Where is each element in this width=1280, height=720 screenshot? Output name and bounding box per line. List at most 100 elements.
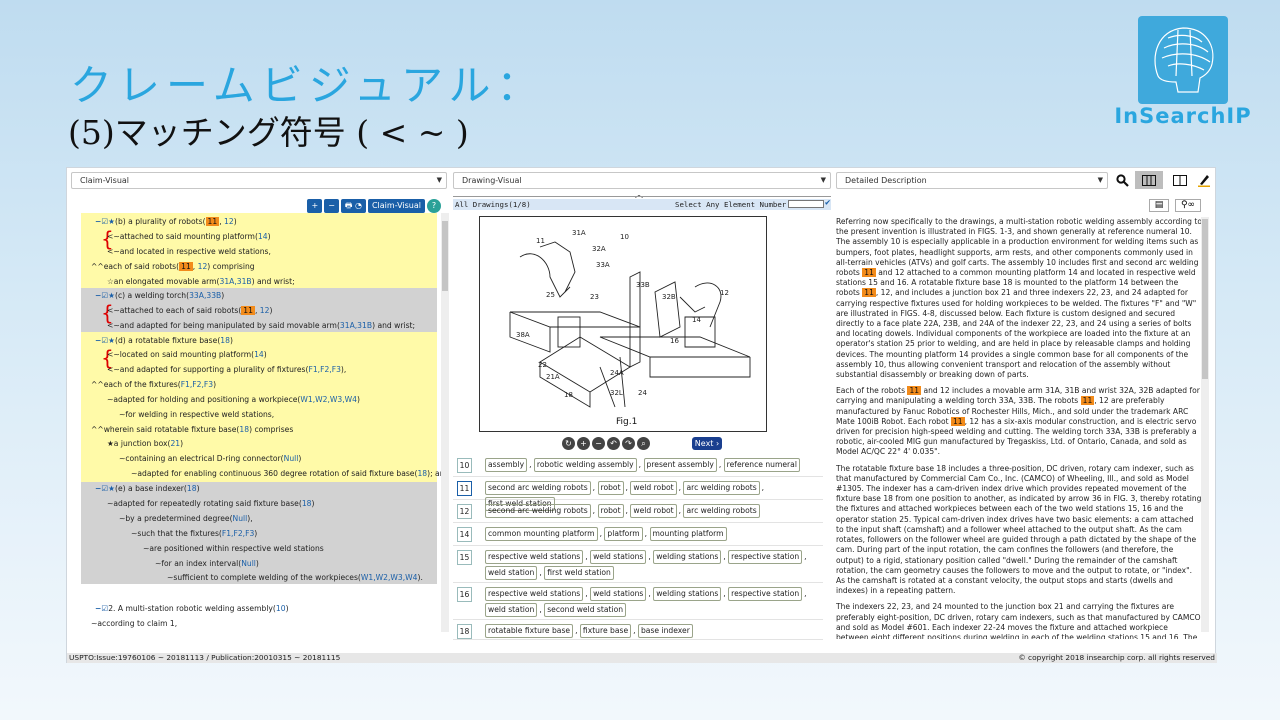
- claim-line[interactable]: ^^each of said robots(11, 12) comprising: [91, 262, 255, 271]
- claim-line[interactable]: −☑★(e) a base indexer(18): [95, 484, 200, 493]
- term-chip[interactable]: mounting platform: [649, 527, 727, 541]
- reference-numeral[interactable]: 33A,33B: [189, 291, 221, 300]
- term-chip[interactable]: base indexer: [637, 624, 693, 638]
- claim-scrollbar[interactable]: [441, 213, 449, 632]
- reference-numeral[interactable]: Null: [233, 514, 248, 523]
- term-chip[interactable]: robot: [597, 504, 624, 518]
- next-button[interactable]: Next ›: [692, 437, 722, 450]
- term-chip[interactable]: second arc welding robots: [485, 481, 591, 495]
- highlighter-icon[interactable]: [1193, 171, 1215, 189]
- term-chip[interactable]: weld robot: [630, 504, 677, 518]
- reference-numeral[interactable]: 31A,31B: [340, 321, 372, 330]
- claim-line[interactable]: ~according to claim 1,: [91, 619, 177, 628]
- zoom-out-icon[interactable]: −: [592, 437, 605, 450]
- claim-line[interactable]: −☑★(c) a welding torch(33A,33B): [95, 291, 224, 300]
- reference-numeral[interactable]: Null: [284, 454, 299, 463]
- term-chip[interactable]: weld stations: [590, 587, 647, 601]
- reference-numeral[interactable]: W1,W2,W3,W4: [300, 395, 357, 404]
- term-chip[interactable]: second arc welding robots: [485, 504, 591, 518]
- element-row[interactable]: 11 second arc welding robots, robot, weld…: [453, 477, 823, 511]
- edit-star-icon[interactable]: ☑★: [101, 484, 115, 493]
- reference-numeral[interactable]: 18: [239, 425, 249, 434]
- reference-numeral[interactable]: 12: [198, 262, 208, 271]
- claim-line[interactable]: ~adapted for holding and positioning a w…: [107, 395, 360, 404]
- term-chip[interactable]: first weld station: [544, 566, 614, 580]
- claim-line[interactable]: <~and adapted for supporting a plurality…: [107, 365, 346, 374]
- element-row[interactable]: 14 common mounting platform, platform, mo…: [453, 523, 823, 546]
- reference-numeral[interactable]: 18: [187, 484, 197, 493]
- claim-line[interactable]: −☑★(b) a plurality of robots(11, 12): [95, 217, 237, 226]
- rotate-right-icon[interactable]: ↷: [622, 437, 635, 450]
- refresh-icon[interactable]: ↻: [562, 437, 575, 450]
- term-chip[interactable]: platform: [604, 527, 643, 541]
- term-chip[interactable]: weld stations: [590, 550, 647, 564]
- term-chip[interactable]: respective station: [728, 587, 803, 601]
- term-chip[interactable]: welding stations: [653, 587, 722, 601]
- term-chip[interactable]: present assembly: [643, 458, 717, 472]
- claim-line[interactable]: <~and located in respective weld station…: [107, 247, 271, 256]
- highlighted-ref[interactable]: 11: [1080, 396, 1095, 406]
- element-row[interactable]: 16 respective weld stations, weld station…: [453, 583, 823, 620]
- element-row[interactable]: 10 assembly, robotic welding assembly, pr…: [453, 454, 823, 477]
- element-number[interactable]: 18: [457, 624, 472, 639]
- reference-numeral[interactable]: F1,F2,F3: [308, 365, 340, 374]
- collapse-button[interactable]: −: [324, 199, 339, 213]
- element-row[interactable]: 18 rotatable fixture base, fixture base, …: [453, 620, 823, 640]
- claim-visual-select[interactable]: Claim-Visual ▼: [71, 172, 447, 189]
- claim-line[interactable]: ~by a predetermined degree(Null),: [119, 514, 253, 523]
- claim-line[interactable]: <~and adapted for being manipulated by s…: [107, 321, 415, 330]
- edit-star-icon[interactable]: ☑★: [101, 336, 115, 345]
- term-chip[interactable]: respective weld stations: [485, 587, 584, 601]
- highlighted-ref[interactable]: 11: [241, 306, 255, 315]
- highlighted-ref[interactable]: 11: [179, 262, 193, 271]
- element-row[interactable]: 12 second arc welding robots, robot, weld…: [453, 500, 823, 523]
- term-chip[interactable]: respective weld stations: [485, 550, 584, 564]
- highlighted-ref[interactable]: 11: [862, 288, 876, 298]
- claim-line[interactable]: ~such that the fixtures(F1,F2,F3): [131, 529, 257, 538]
- rotate-left-icon[interactable]: ↶: [607, 437, 620, 450]
- patent-figure[interactable]: 11 31A 32A 10 33A 33B 32B 12 14 25 23 38A 22 21A 2…: [479, 216, 767, 432]
- reference-numeral[interactable]: F1,F2,F3: [181, 380, 213, 389]
- edit-star-icon[interactable]: ☑★: [101, 291, 115, 300]
- term-chip[interactable]: arc welding robots: [683, 504, 760, 518]
- term-chip[interactable]: assembly: [485, 458, 528, 472]
- claim-line[interactable]: ~are positioned within respective weld s…: [143, 544, 324, 553]
- edit-star-icon[interactable]: ☑★: [101, 217, 115, 226]
- claim-line[interactable]: ~for welding in respective weld stations…: [119, 410, 274, 419]
- term-chip[interactable]: rotatable fixture base: [485, 624, 574, 638]
- claim-line[interactable]: −☑2. A multi-station robotic welding ass…: [95, 604, 289, 613]
- term-chip[interactable]: weld station: [485, 566, 538, 580]
- checkmark-icon[interactable]: ✔: [825, 198, 830, 208]
- highlighted-ref[interactable]: 11: [205, 217, 220, 226]
- claim-line[interactable]: <~attached to said mounting platform(14): [107, 232, 271, 241]
- term-chip[interactable]: reference numeral: [723, 458, 800, 472]
- reference-numeral[interactable]: 18: [220, 336, 230, 345]
- element-number[interactable]: 15: [457, 550, 472, 565]
- reference-numeral[interactable]: 10: [276, 604, 286, 613]
- text-image-icon[interactable]: ▤: [1149, 199, 1169, 212]
- highlighted-ref[interactable]: 11: [862, 268, 876, 278]
- term-chip[interactable]: arc welding robots: [683, 481, 760, 495]
- claim-line[interactable]: ☆an elongated movable arm(31A,31B) and w…: [107, 277, 295, 286]
- reference-numeral[interactable]: W1,W2,W3,W4: [361, 573, 418, 582]
- search-icon[interactable]: [1111, 171, 1133, 189]
- claim-line[interactable]: ^^wherein said rotatable fixture base(18…: [91, 425, 293, 434]
- term-chip[interactable]: respective station: [728, 550, 803, 564]
- element-number-input[interactable]: [788, 200, 824, 208]
- element-number[interactable]: 16: [457, 587, 472, 602]
- claim-line[interactable]: ~containing an electrical D-ring connect…: [119, 454, 301, 463]
- two-column-icon[interactable]: [1135, 171, 1163, 189]
- claim-line[interactable]: ^^each of the fixtures(F1,F2,F3): [91, 380, 216, 389]
- element-number[interactable]: 10: [457, 458, 472, 473]
- search-icon[interactable]: ⌕: [637, 437, 650, 450]
- term-chip[interactable]: fixture base: [579, 624, 632, 638]
- reference-numeral[interactable]: 14: [258, 232, 268, 241]
- highlighted-ref[interactable]: 11: [907, 386, 922, 396]
- reference-numeral[interactable]: Null: [241, 559, 256, 568]
- claim-line[interactable]: ~for an index interval(Null): [155, 559, 259, 568]
- term-chip[interactable]: common mounting platform: [485, 527, 598, 541]
- term-chip[interactable]: weld station: [485, 603, 538, 617]
- link-icon[interactable]: ⚲∞: [1175, 199, 1201, 212]
- claim-visual-button[interactable]: Claim-Visual: [367, 199, 425, 213]
- term-chip[interactable]: robot: [597, 481, 624, 495]
